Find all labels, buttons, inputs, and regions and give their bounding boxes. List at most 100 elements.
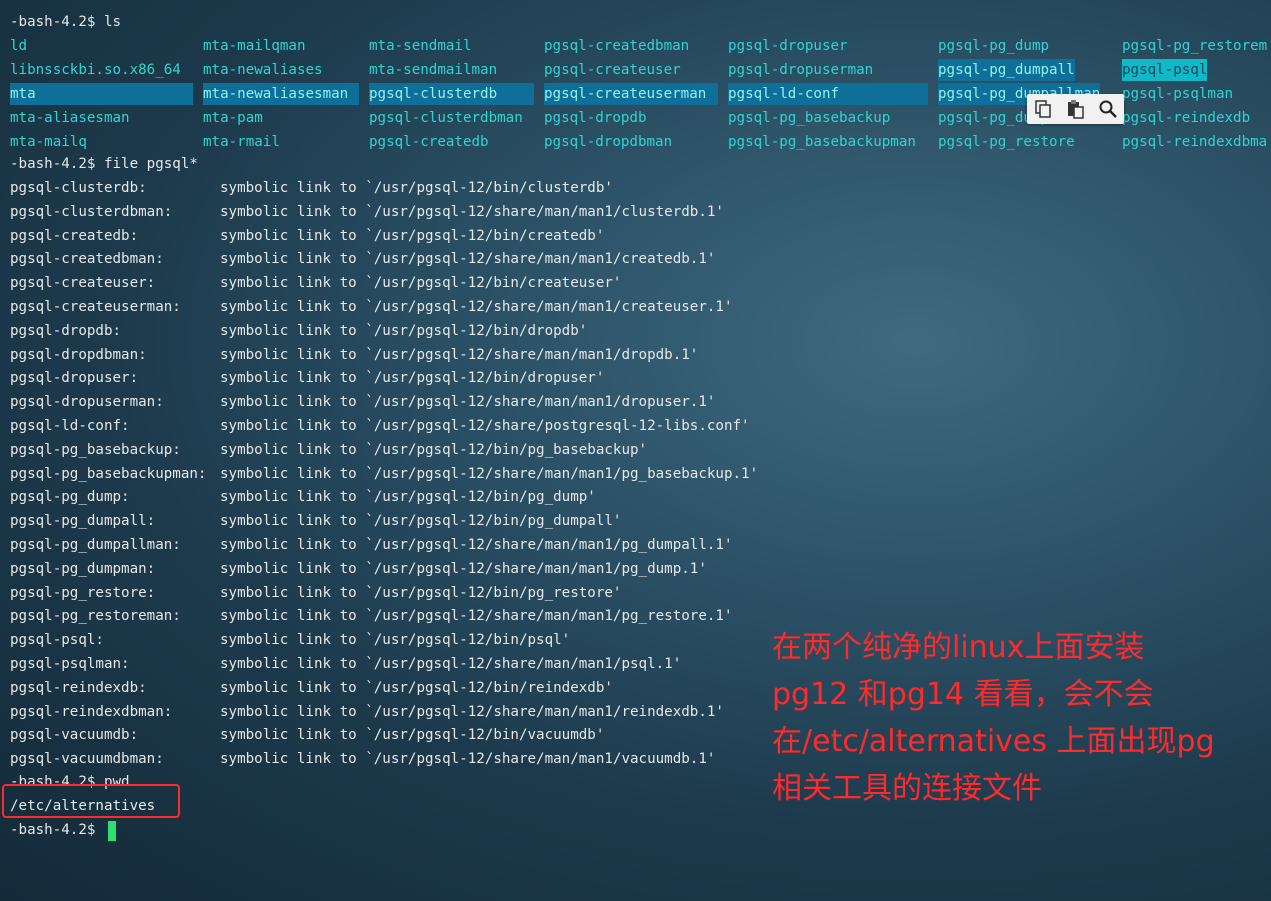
file-name: pgsql-pg_dump: xyxy=(10,489,130,506)
ls-entry: pgsql-psqlman xyxy=(1122,86,1234,102)
ls-entry: mta xyxy=(10,83,193,105)
file-link-target: symbolic link to `/usr/pgsql-12/bin/crea… xyxy=(220,275,622,292)
file-link-target: symbolic link to `/usr/pgsql-12/bin/clus… xyxy=(220,180,613,196)
ls-entry: pgsql-pg_basebackup xyxy=(728,110,891,126)
ls-entry: mta-rmail xyxy=(203,134,280,150)
file-name: pgsql-vacuumdb: xyxy=(10,727,139,744)
ls-entry: pgsql-ld-conf xyxy=(728,83,928,105)
ls-entry: mta-sendmail xyxy=(369,38,472,54)
prompt-file: -bash-4.2$ file pgsql* xyxy=(10,156,198,172)
file-link-target: symbolic link to `/usr/pgsql-12/share/ma… xyxy=(220,203,724,220)
ls-entry: pgsql-pg_dump xyxy=(938,38,1050,54)
file-name: pgsql-dropdb: xyxy=(10,322,122,339)
file-link-target: symbolic link to `/usr/pgsql-12/bin/rein… xyxy=(220,679,613,696)
ls-entry: pgsql-dropuser xyxy=(728,38,848,54)
search-button[interactable] xyxy=(1095,96,1121,122)
ls-entry: mta-aliasesman xyxy=(10,110,130,126)
annotation-line: 在两个纯净的linux上面安装 xyxy=(772,630,1145,665)
file-name: pgsql-clusterdb: xyxy=(10,180,147,196)
file-name: pgsql-reindexdbman: xyxy=(10,703,173,720)
search-icon xyxy=(1099,100,1117,118)
file-link-target: symbolic link to `/usr/pgsql-12/share/ma… xyxy=(220,346,699,363)
file-link-target: symbolic link to `/usr/pgsql-12/bin/pg_r… xyxy=(220,584,622,601)
file-name: pgsql-createuserman: xyxy=(10,299,181,315)
file-name: pgsql-psql: xyxy=(10,632,104,649)
file-link-target: symbolic link to `/usr/pgsql-12/share/ma… xyxy=(220,537,733,553)
file-name: pgsql-pg_basebackupman: xyxy=(10,465,207,482)
paste-button[interactable] xyxy=(1062,96,1088,122)
ls-entry: mta-mailqman xyxy=(203,38,306,54)
file-link-target: symbolic link to `/usr/pgsql-12/bin/psql… xyxy=(220,632,571,649)
ls-entry: pgsql-pg_dumpall xyxy=(938,59,1075,81)
file-link-target: symbolic link to `/usr/pgsql-12/share/ma… xyxy=(220,751,716,768)
ls-entry: pgsql-clusterdbman xyxy=(369,110,523,126)
annotation-line: 相关工具的连接文件 xyxy=(772,771,1042,806)
copy-icon xyxy=(1035,100,1051,118)
ls-entry: pgsql-pg_restore xyxy=(938,134,1075,150)
file-name: pgsql-createuser: xyxy=(10,275,156,292)
file-name: pgsql-createdb: xyxy=(10,227,139,244)
file-name: pgsql-pg_dumpall: xyxy=(10,513,156,530)
file-link-target: symbolic link to `/usr/pgsql-12/share/ma… xyxy=(220,394,716,411)
file-name: pgsql-pg_basebackup: xyxy=(10,441,181,458)
file-name: pgsql-createdbman: xyxy=(10,251,164,268)
ls-entry: mta-mailq xyxy=(10,134,87,150)
file-link-target: symbolic link to `/usr/pgsql-12/share/ma… xyxy=(220,703,724,720)
selection-toolbar xyxy=(1027,94,1124,124)
file-name: pgsql-reindexdb: xyxy=(10,679,147,696)
ls-entry: pgsql-dropdb xyxy=(544,110,647,126)
ls-entry: pgsql-createuserman xyxy=(544,83,718,105)
pwd-highlight-box xyxy=(2,784,180,818)
annotation-line: pg12 和pg14 看看，会不会 xyxy=(772,677,1154,712)
ls-entry: pgsql-pg_restorem xyxy=(1122,38,1268,54)
ls-entry: mta-newaliasesman xyxy=(203,83,359,105)
ls-entry: pgsql-createdb xyxy=(369,134,489,150)
paste-icon xyxy=(1068,100,1085,119)
file-name: pgsql-vacuumdbman: xyxy=(10,751,164,768)
ls-entry: mta-sendmailman xyxy=(369,62,498,78)
annotation-note: 在两个纯净的linux上面安装 pg12 和pg14 看看，会不会 在/etc/… xyxy=(772,624,1262,812)
file-link-target: symbolic link to `/usr/pgsql-12/bin/crea… xyxy=(220,227,605,244)
ls-entry: pgsql-dropuserman xyxy=(728,62,874,78)
file-name: pgsql-psqlman: xyxy=(10,656,130,672)
file-link-target: symbolic link to `/usr/pgsql-12/share/ma… xyxy=(220,560,707,577)
ls-entry: pgsql-dropdbman xyxy=(544,134,673,150)
file-link-target: symbolic link to `/usr/pgsql-12/bin/drop… xyxy=(220,370,605,387)
file-name: pgsql-pg_restore: xyxy=(10,584,156,601)
ls-entry: mta-newaliases xyxy=(203,62,323,78)
annotation-line: 在/etc/alternatives 上面出现pg xyxy=(772,724,1215,759)
file-link-target: symbolic link to `/usr/pgsql-12/share/ma… xyxy=(220,465,759,482)
file-link-target: symbolic link to `/usr/pgsql-12/share/ma… xyxy=(220,608,733,625)
file-name: pgsql-pg_dumpallman: xyxy=(10,537,181,553)
file-name: pgsql-dropdbman: xyxy=(10,346,147,363)
file-link-target: symbolic link to `/usr/pgsql-12/share/ma… xyxy=(220,251,716,268)
ls-entry: pgsql-createdbman xyxy=(544,38,690,54)
file-name: pgsql-pg_restoreman: xyxy=(10,608,181,625)
file-name: pgsql-pg_dumpman: xyxy=(10,560,156,577)
file-link-target: symbolic link to `/usr/pgsql-12/share/po… xyxy=(220,418,750,434)
file-link-target: symbolic link to `/usr/pgsql-12/bin/pg_d… xyxy=(220,513,622,530)
ls-entry: pgsql-clusterdb xyxy=(369,83,534,105)
ls-entry: libnssckbi.so.x86_64 xyxy=(10,62,181,78)
prompt-ls: -bash-4.2$ ls xyxy=(10,14,122,30)
file-link-target: symbolic link to `/usr/pgsql-12/share/ma… xyxy=(220,656,682,672)
file-name: pgsql-dropuserman: xyxy=(10,394,164,411)
ls-entry: pgsql-psql xyxy=(1122,59,1208,81)
file-name: pgsql-clusterdbman: xyxy=(10,203,173,220)
prompt-current[interactable]: -bash-4.2$ xyxy=(10,819,104,841)
file-link-target: symbolic link to `/usr/pgsql-12/bin/pg_d… xyxy=(220,489,596,506)
file-link-target: symbolic link to `/usr/pgsql-12/share/ma… xyxy=(220,299,733,315)
terminal-cursor xyxy=(108,821,116,841)
file-name: pgsql-dropuser: xyxy=(10,370,139,387)
ls-entry: mta-pam xyxy=(203,110,263,126)
ls-entry: pgsql-pg_basebackupman xyxy=(728,134,916,150)
file-link-target: symbolic link to `/usr/pgsql-12/bin/drop… xyxy=(220,322,588,339)
ls-entry: pgsql-reindexdb xyxy=(1122,110,1251,126)
copy-button[interactable] xyxy=(1030,96,1056,122)
file-link-target: symbolic link to `/usr/pgsql-12/bin/pg_b… xyxy=(220,441,648,458)
ls-entry: ld xyxy=(10,38,28,54)
file-name: pgsql-ld-conf: xyxy=(10,418,130,434)
ls-entry: pgsql-reindexdbma xyxy=(1122,134,1268,150)
file-link-target: symbolic link to `/usr/pgsql-12/bin/vacu… xyxy=(220,727,605,744)
ls-entry: pgsql-createuser xyxy=(544,62,681,78)
